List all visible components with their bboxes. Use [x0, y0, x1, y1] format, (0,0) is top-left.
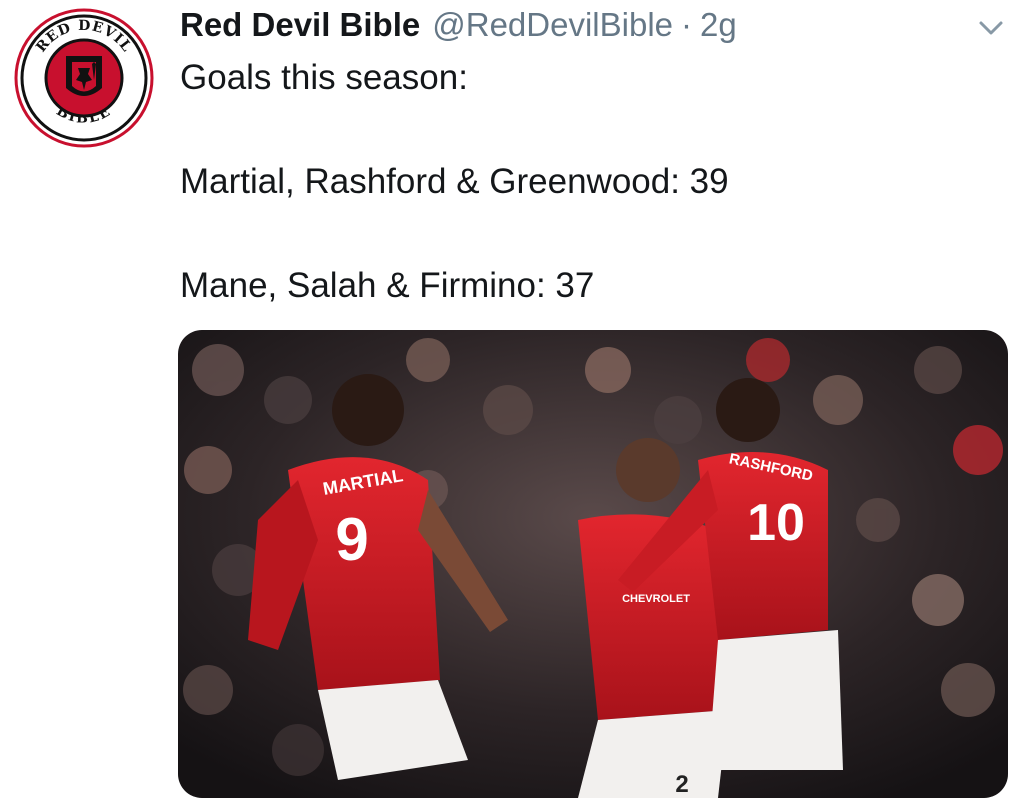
jersey-number-10: 10: [747, 494, 805, 552]
tweet-text-line-3: Mane, Salah & Firmino: 37: [180, 266, 595, 305]
author-handle[interactable]: @RedDevilBible: [432, 6, 673, 44]
jersey-number-9: 9: [335, 506, 368, 573]
chevron-down-icon[interactable]: [976, 18, 1006, 40]
author-name[interactable]: Red Devil Bible: [180, 6, 420, 44]
tweet-time[interactable]: 2g: [700, 6, 737, 44]
avatar[interactable]: RED DEVIL BIBLE: [14, 8, 154, 148]
jersey-sponsor: CHEVROLET: [622, 593, 690, 605]
separator-dot: ·: [681, 6, 692, 43]
tweet-text-line-1: Goals this season:: [180, 58, 468, 97]
tweet-text-line-2: Martial, Rashford & Greenwood: 39: [180, 162, 729, 201]
jersey-number-bottom: 2: [675, 771, 688, 798]
tweet-photo[interactable]: MARTIAL 9 CHEVROLET 2 RASHFORD 10: [178, 330, 1008, 798]
tweet-header: Red Devil Bible @RedDevilBible · 2g: [180, 6, 737, 50]
